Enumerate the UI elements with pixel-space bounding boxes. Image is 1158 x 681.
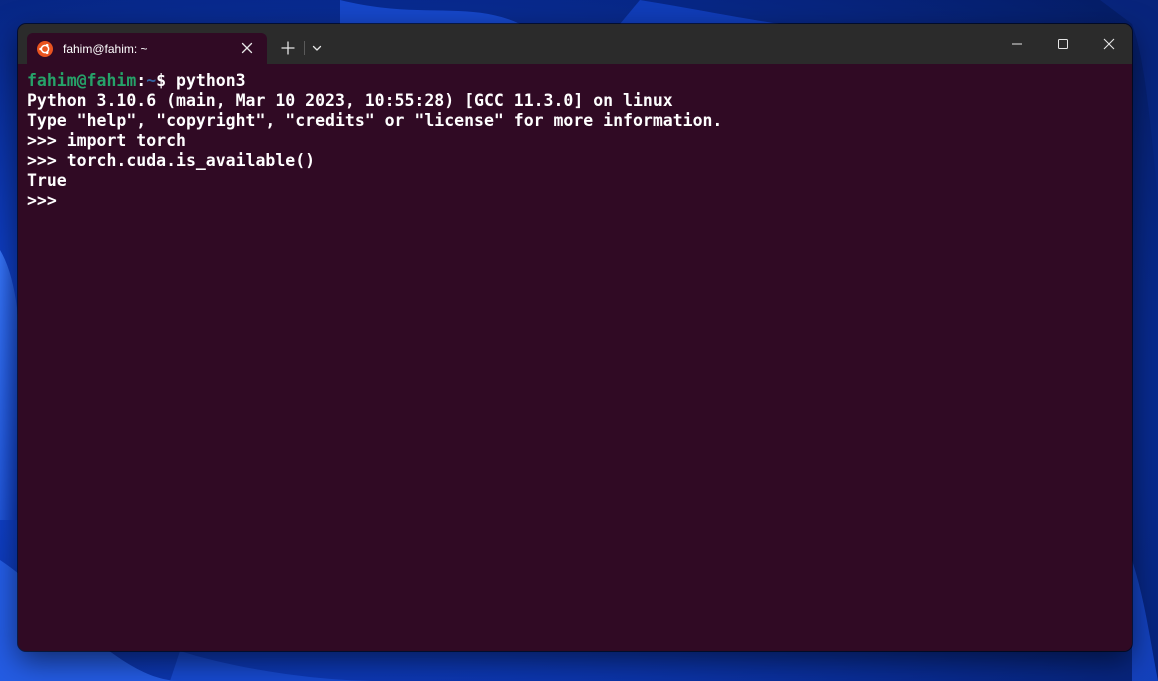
prompt-colon: : bbox=[136, 71, 147, 90]
prompt-symbol: $ bbox=[156, 71, 167, 90]
ubuntu-logo-icon bbox=[37, 40, 53, 57]
prompt-command: python3 bbox=[166, 71, 246, 90]
current-prompt-line: >>> bbox=[27, 191, 57, 210]
minimize-button[interactable] bbox=[994, 24, 1040, 64]
toolbar-divider bbox=[304, 41, 305, 55]
output-line: >>> import torch bbox=[27, 131, 186, 150]
prompt-user-host: fahim@fahim bbox=[27, 71, 137, 90]
terminal-output-area[interactable]: fahim@fahim:~$ python3 Python 3.10.6 (ma… bbox=[18, 64, 1132, 651]
terminal-window: fahim@fahim: ~ fahim@fahim:~$ python3 Py… bbox=[18, 24, 1132, 651]
tab-title: fahim@fahim: ~ bbox=[63, 41, 148, 56]
chevron-down-icon[interactable] bbox=[309, 40, 325, 56]
output-line: Python 3.10.6 (main, Mar 10 2023, 10:55:… bbox=[27, 91, 673, 110]
title-bar: fahim@fahim: ~ bbox=[18, 24, 1132, 64]
terminal-tab[interactable]: fahim@fahim: ~ bbox=[27, 33, 267, 64]
output-line: Type "help", "copyright", "credits" or "… bbox=[27, 111, 723, 130]
tab-close-icon[interactable] bbox=[239, 40, 255, 56]
output-line: True bbox=[27, 171, 67, 190]
prompt-path: ~ bbox=[146, 71, 157, 90]
minimize-icon bbox=[1012, 43, 1022, 45]
new-tab-plus-icon[interactable] bbox=[277, 37, 299, 59]
maximize-button[interactable] bbox=[1040, 24, 1086, 64]
output-line: >>> torch.cuda.is_available() bbox=[27, 151, 316, 170]
prompt-line: fahim@fahim:~$ python3 bbox=[27, 71, 1123, 91]
maximize-icon bbox=[1058, 39, 1068, 49]
close-button[interactable] bbox=[1086, 24, 1132, 64]
close-icon bbox=[1103, 38, 1115, 50]
